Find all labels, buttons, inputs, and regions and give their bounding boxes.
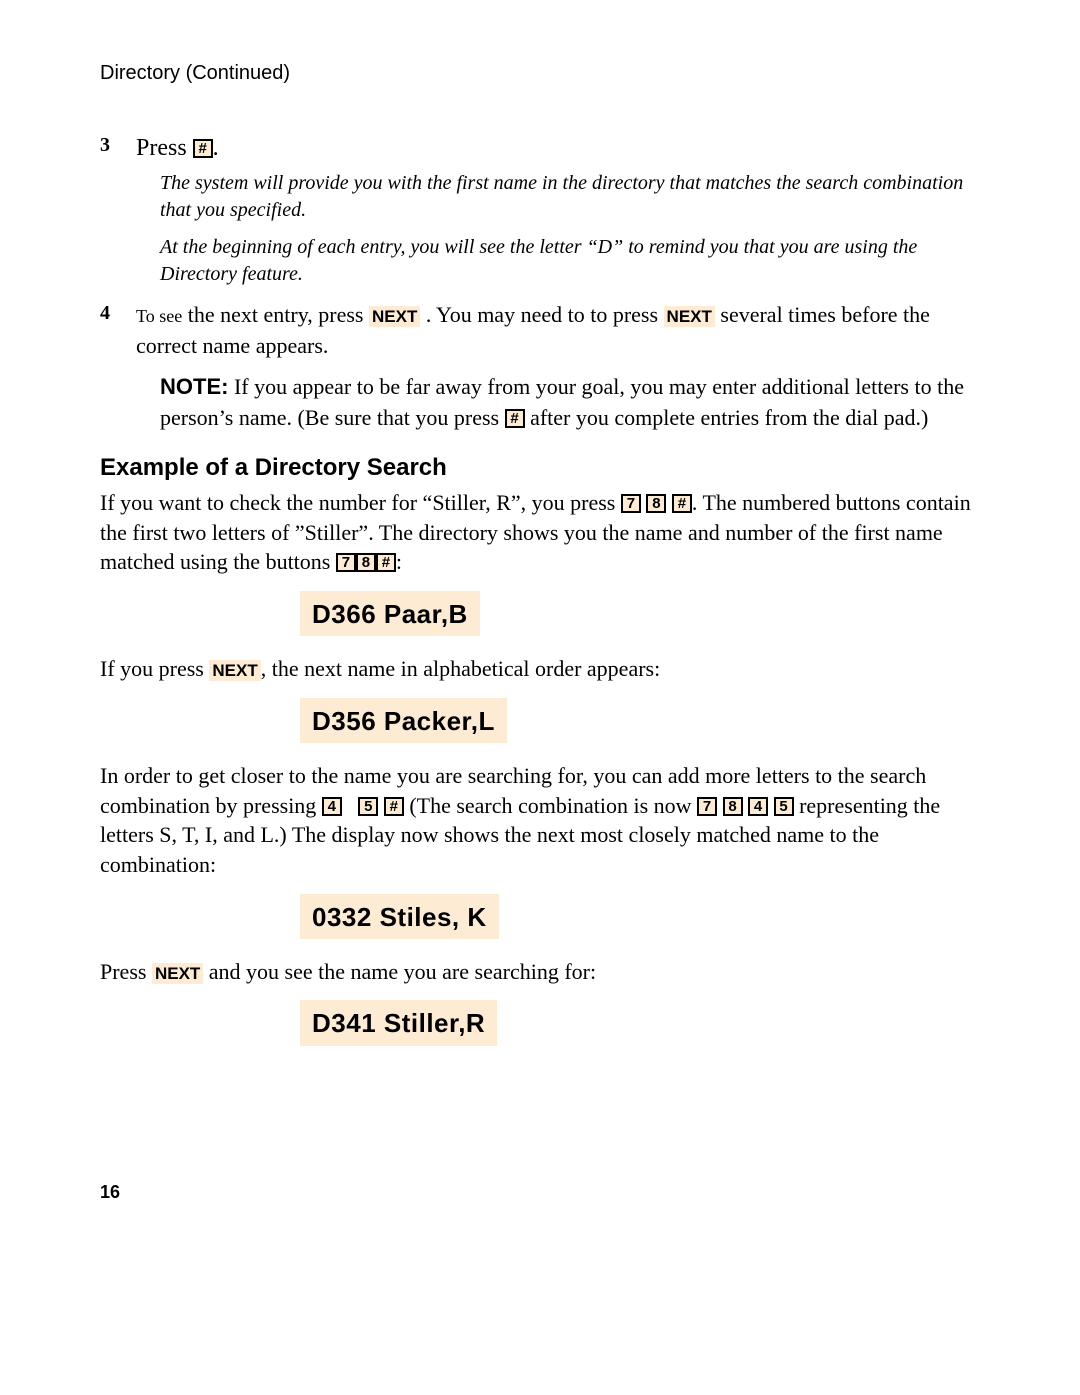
example-para-4: Press NEXT and you see the name you are … [100, 957, 980, 987]
text: after you complete entries from the dial… [525, 405, 929, 430]
step3-italic-2: At the beginning of each entry, you will… [160, 234, 980, 288]
key-7-icon: 7 [697, 797, 717, 816]
example-heading: Example of a Directory Search [100, 452, 980, 484]
hash-key-icon: # [376, 553, 396, 572]
key-8-icon: 8 [356, 553, 376, 572]
step-number: 4 [100, 300, 136, 362]
example-para-1: If you want to check the number for “Sti… [100, 488, 980, 577]
key-4-icon: 4 [748, 797, 768, 816]
page-header: Directory (Continued) [100, 60, 980, 87]
next-button-label: NEXT [152, 963, 203, 984]
note-label: NOTE: [160, 374, 228, 399]
text: . You may need to to press [420, 302, 663, 327]
example-para-2: If you press NEXT, the next name in alph… [100, 654, 980, 684]
step-number: 3 [100, 132, 136, 164]
text: (The search combination is now [404, 793, 697, 818]
text: To see [136, 306, 182, 326]
display-paar: D366 Paar,B [300, 591, 480, 636]
step-3: 3 Press #. [100, 132, 980, 164]
key-5-icon: 5 [358, 797, 378, 816]
hash-key-icon: # [505, 409, 525, 428]
step4-body: To see the next entry, press NEXT . You … [136, 300, 980, 362]
text: , the next name in alphabetical order ap… [261, 656, 661, 681]
text: Press [136, 135, 193, 161]
key-8-icon: 8 [723, 797, 743, 816]
hash-key-icon: # [672, 494, 692, 513]
key-8-icon: 8 [646, 494, 666, 513]
key-5-icon: 5 [774, 797, 794, 816]
step4-note: NOTE: If you appear to be far away from … [160, 372, 980, 434]
next-button-label: NEXT [664, 306, 715, 327]
text: : [396, 549, 402, 574]
display-stiles: 0332 Stiles, K [300, 894, 499, 939]
hash-key-icon: # [193, 139, 213, 158]
key-4-icon: 4 [322, 797, 342, 816]
text: the next entry, press [182, 302, 369, 327]
text: If you press [100, 656, 209, 681]
key-7-icon: 7 [336, 553, 356, 572]
next-button-label: NEXT [369, 306, 420, 327]
display-stiller: D341 Stiller,R [300, 1000, 497, 1045]
example-para-3: In order to get closer to the name you a… [100, 761, 980, 880]
text: . [213, 135, 219, 161]
text: If you want to check the number for “Sti… [100, 490, 621, 515]
step3-italic-1: The system will provide you with the fir… [160, 170, 980, 224]
step3-text: Press #. [136, 135, 219, 161]
display-packer: D356 Packer,L [300, 698, 507, 743]
key-7-icon: 7 [621, 494, 641, 513]
text: Press [100, 959, 152, 984]
step-4: 4 To see the next entry, press NEXT . Yo… [100, 300, 980, 362]
page-number: 16 [100, 1180, 980, 1204]
hash-key-icon: # [384, 797, 404, 816]
next-button-label: NEXT [209, 660, 260, 681]
text: and you see the name you are searching f… [203, 959, 596, 984]
